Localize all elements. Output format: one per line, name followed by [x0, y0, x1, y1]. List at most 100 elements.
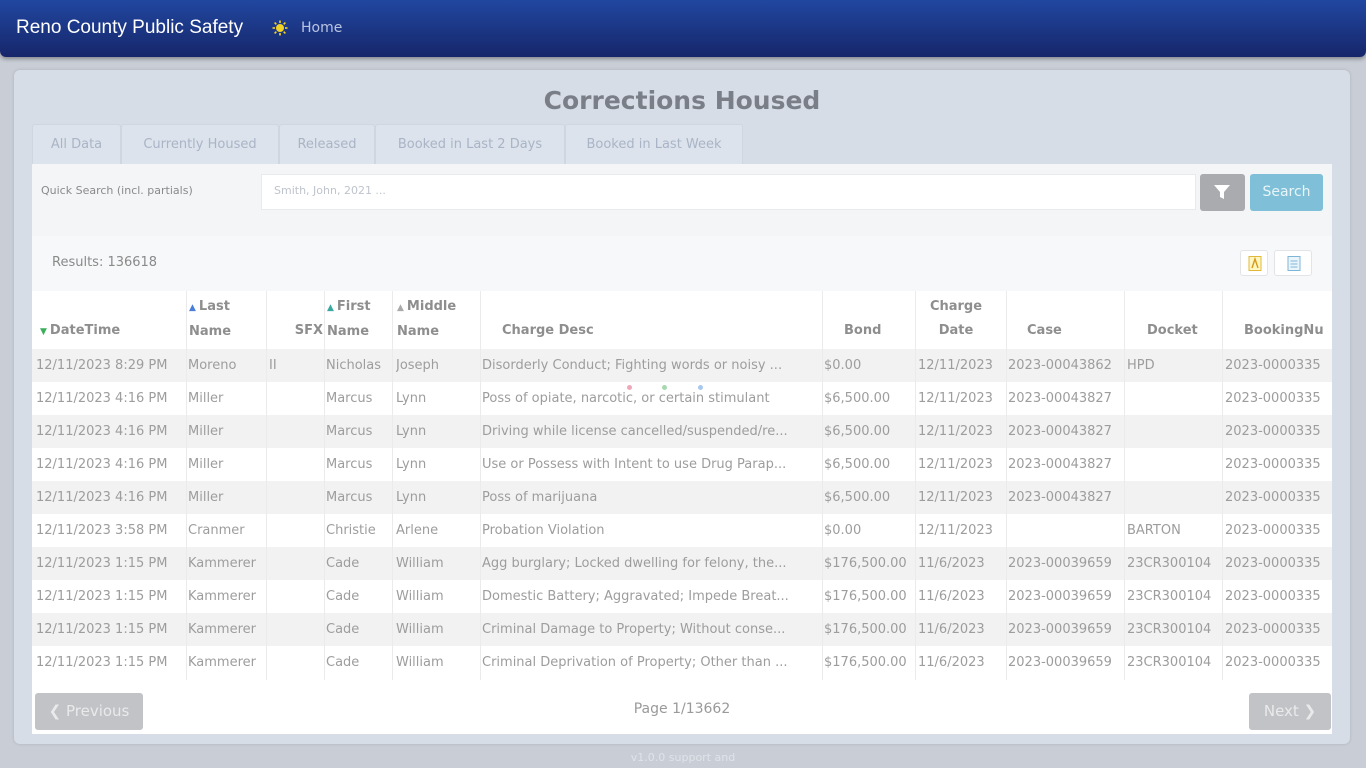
table-row[interactable]: 12/11/2023 4:16 PM Miller Marcus Lynn Use or… — [32, 448, 1332, 481]
cell-datetime: 12/11/2023 1:15 PM — [36, 556, 168, 571]
cell-docket: 23CR300104 — [1127, 556, 1212, 571]
footer-text: v1.0.0 support and — [630, 751, 736, 764]
loading-indicator — [698, 385, 703, 390]
cell-middle-name: William — [396, 622, 444, 637]
table-row[interactable]: 12/11/2023 1:15 PM Kammerer Cade William Cri… — [32, 646, 1332, 679]
table-row[interactable]: 12/11/2023 8:29 PM Moreno II Nicholas Joseph… — [32, 349, 1332, 382]
cell-charge-date: 12/11/2023 — [918, 424, 993, 439]
cell-sfx — [269, 547, 323, 580]
tab-booked-last-week[interactable]: Booked in Last Week — [565, 124, 743, 164]
cell-charge-date: 11/6/2023 — [918, 622, 985, 637]
cell-last-name: Cranmer — [188, 523, 245, 538]
cell-booking-number: 2023-0000335 — [1225, 358, 1321, 373]
cell-last-name: Kammerer — [188, 655, 256, 670]
table-row[interactable]: 12/11/2023 3:58 PM Cranmer Christie Arlene P… — [32, 514, 1332, 547]
col-header-charge-desc[interactable]: Charge Desc — [502, 291, 622, 349]
cell-charge-desc: Domestic Battery; Aggravated; Impede Bre… — [482, 589, 789, 604]
cell-last-name: Moreno — [188, 358, 237, 373]
page-indicator: Page 1/13662 — [633, 701, 731, 717]
cell-middle-name: William — [396, 556, 444, 571]
cell-sfx — [269, 580, 323, 613]
cell-sfx — [269, 415, 323, 448]
cell-charge-desc: Probation Violation — [482, 523, 605, 538]
cell-docket — [1127, 448, 1219, 481]
cell-charge-date: 11/6/2023 — [918, 589, 985, 604]
column-divider — [1124, 291, 1125, 680]
cell-datetime: 12/11/2023 4:16 PM — [36, 424, 168, 439]
table-row[interactable]: 12/11/2023 1:15 PM Kammerer Cade William Dom… — [32, 580, 1332, 613]
cell-first-name: Marcus — [326, 457, 373, 472]
cell-docket — [1127, 382, 1219, 415]
nav-home-link[interactable]: Home — [301, 20, 342, 36]
tab-currently-housed[interactable]: Currently Housed — [121, 124, 279, 164]
table-row[interactable]: 12/11/2023 4:16 PM Miller Marcus Lynn Poss o… — [32, 481, 1332, 514]
cell-charge-date: 12/11/2023 — [918, 457, 993, 472]
cell-case: 2023-00039659 — [1008, 589, 1112, 604]
cell-case: 2023-00043827 — [1008, 391, 1112, 406]
column-divider — [324, 291, 325, 680]
cell-bond: $6,500.00 — [824, 424, 891, 439]
page-title: Corrections Housed — [543, 86, 821, 115]
cell-booking-number: 2023-0000335 — [1225, 523, 1321, 538]
next-button[interactable]: Next ❯ — [1249, 693, 1331, 730]
cell-booking-number: 2023-0000335 — [1225, 424, 1321, 439]
chevron-right-icon: ❯ — [1298, 702, 1317, 720]
app-brand[interactable]: Reno County Public Safety — [16, 17, 243, 39]
cell-last-name: Miller — [188, 457, 224, 472]
export-pdf-button[interactable] — [1240, 250, 1268, 276]
col-header-last-name[interactable]: ▲ Last Name — [189, 291, 261, 349]
cell-last-name: Miller — [188, 490, 224, 505]
cell-charge-desc: Poss of marijuana — [482, 490, 598, 505]
col-header-datetime[interactable]: ▼ DateTime — [40, 291, 180, 349]
cell-docket: 23CR300104 — [1127, 589, 1212, 604]
cell-case: 2023-00039659 — [1008, 622, 1112, 637]
table-row[interactable]: 12/11/2023 4:16 PM Miller Marcus Lynn Drivin… — [32, 415, 1332, 448]
tab-all-data[interactable]: All Data — [32, 124, 121, 164]
cell-datetime: 12/11/2023 1:15 PM — [36, 589, 168, 604]
filter-button[interactable] — [1200, 174, 1245, 211]
cell-middle-name: Lynn — [396, 391, 427, 406]
tab-released[interactable]: Released — [279, 124, 375, 164]
col-header-first-name[interactable]: ▲ First Name — [327, 291, 391, 349]
column-divider — [266, 291, 267, 680]
cell-datetime: 12/11/2023 3:58 PM — [36, 523, 168, 538]
cell-docket: HPD — [1127, 358, 1155, 373]
cell-sfx — [269, 382, 323, 415]
col-header-case[interactable]: Case — [1027, 291, 1087, 349]
col-header-middle-name[interactable]: ▲ Middle Name — [397, 291, 477, 349]
col-header-charge-date[interactable]: Charge Date — [916, 291, 996, 349]
cell-sfx — [269, 646, 323, 679]
cell-charge-date: 12/11/2023 — [918, 391, 993, 406]
column-divider — [1222, 291, 1223, 680]
tab-booked-last-2-days[interactable]: Booked in Last 2 Days — [375, 124, 565, 164]
quick-search-input[interactable]: Smith, John, 2021 ... — [261, 174, 1196, 210]
col-header-bond[interactable]: Bond — [844, 291, 904, 349]
table-row[interactable]: 12/11/2023 1:15 PM Kammerer Cade William Agg… — [32, 547, 1332, 580]
col-header-sfx[interactable]: SFX — [268, 291, 323, 349]
search-button[interactable]: Search — [1250, 174, 1323, 211]
export-doc-button[interactable] — [1274, 250, 1312, 276]
sort-desc-icon: ▼ — [40, 327, 47, 337]
cell-case: 2023-00043827 — [1008, 490, 1112, 505]
sort-neutral-icon: ▲ — [397, 303, 404, 313]
cell-sfx — [269, 613, 323, 646]
column-divider — [1006, 291, 1007, 680]
cell-bond: $176,500.00 — [824, 589, 907, 604]
col-header-booking-number[interactable]: BookingNu — [1244, 291, 1332, 349]
records-table: ▼ DateTime ▲ Last Name SFX ▲ First Name ▲ Mi… — [32, 291, 1332, 680]
main-panel: Corrections Housed All Data Currently Ho… — [14, 70, 1350, 744]
cell-middle-name: William — [396, 589, 444, 604]
cell-datetime: 12/11/2023 4:16 PM — [36, 490, 168, 505]
cell-last-name: Miller — [188, 424, 224, 439]
cell-middle-name: Arlene — [396, 523, 439, 538]
col-header-docket[interactable]: Docket — [1147, 291, 1217, 349]
cell-sfx: II — [269, 358, 277, 373]
results-count: Results: 136618 — [52, 255, 158, 270]
document-export-icon — [1287, 256, 1301, 271]
table-row[interactable]: 12/11/2023 1:15 PM Kammerer Cade William Cri… — [32, 613, 1332, 646]
cell-bond: $6,500.00 — [824, 391, 891, 406]
cell-charge-desc: Criminal Damage to Property; Without con… — [482, 622, 786, 637]
table-row[interactable]: 12/11/2023 4:16 PM Miller Marcus Lynn Poss o… — [32, 382, 1332, 415]
loading-indicator — [627, 385, 632, 390]
column-divider — [822, 291, 823, 680]
